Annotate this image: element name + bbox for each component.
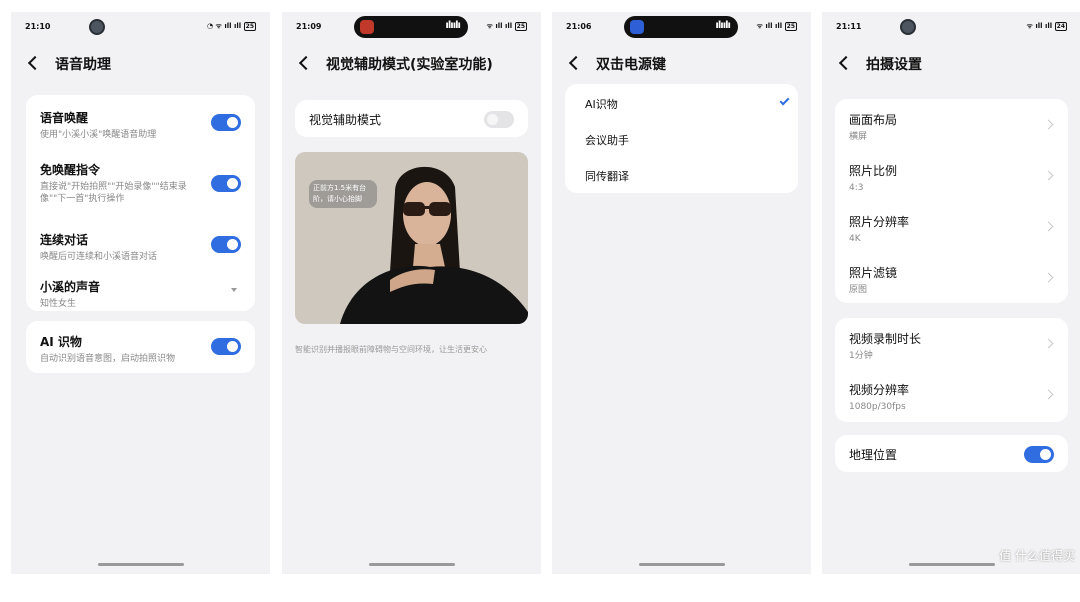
option-simultaneous-translation[interactable]: 同传翻译 <box>585 168 629 184</box>
back-arrow-icon[interactable] <box>566 52 584 74</box>
video-settings-card: 视频录制时长 1分钟 视频分辨率 1080p/30fps <box>835 318 1068 422</box>
setting-row-location[interactable]: 地理位置 <box>849 446 1054 463</box>
home-indicator[interactable] <box>368 563 455 566</box>
option-meeting-assistant[interactable]: 会议助手 <box>585 132 629 148</box>
battery-icon: 25 <box>514 22 527 31</box>
row-title: 视频分辨率 <box>849 383 910 397</box>
page-title: 视觉辅助模式(实验室功能) <box>326 57 493 73</box>
setting-row-layout[interactable]: 画面布局 横屏 <box>849 111 1054 143</box>
location-card: 地理位置 <box>835 435 1068 472</box>
status-time: 21:10 <box>25 22 51 31</box>
row-subtitle: 横屏 <box>849 132 868 142</box>
audio-wave-icon: ılıılı <box>715 20 731 31</box>
app-thumbnail-icon <box>630 20 644 34</box>
phone-screen-visual-assist: 21:09 ılıılı ᯤ ıll ıll 25 视觉辅助模式(实验室功能) … <box>282 12 541 574</box>
ai-recognition-toggle[interactable] <box>211 338 241 355</box>
status-time: 21:06 <box>566 22 592 31</box>
location-toggle[interactable] <box>1024 446 1054 463</box>
setting-row-photo-resolution[interactable]: 照片分辨率 4K <box>849 213 1054 245</box>
phone-screen-double-press-power: 21:06 ılıılı ᯤ ıll ıll 25 双击电源键 AI识物 会议助… <box>552 12 811 574</box>
continuous-dialog-toggle[interactable] <box>211 236 241 253</box>
row-subtitle: 1080p/30fps <box>849 402 906 412</box>
row-subtitle: 1分钟 <box>849 351 873 361</box>
home-indicator[interactable] <box>97 563 184 566</box>
battery-icon: 25 <box>784 22 797 31</box>
page-title: 拍摄设置 <box>866 57 922 73</box>
option-ai-recognition[interactable]: AI识物 <box>585 96 618 112</box>
feature-caption: 智能识别并播报眼前障碍物与空间环境，让生活更安心 <box>295 345 487 354</box>
visual-assist-toggle[interactable] <box>484 111 514 128</box>
row-title: 小溪的声音 <box>40 280 101 294</box>
back-arrow-icon[interactable] <box>836 52 854 74</box>
phone-screen-capture-settings: 21:11 ᯤ ıll ıll 24 拍摄设置 画面布局 横屏 照片比例 4:3… <box>822 12 1080 574</box>
status-icons: ◔ ᯤ ıll ıll 25 <box>206 22 256 31</box>
setting-row-continuous-dialog[interactable]: 连续对话 唤醒后可连续和小溪语音对话 <box>40 231 241 263</box>
status-bar: 21:06 ılıılı ᯤ ıll ıll 25 <box>566 16 797 38</box>
row-title: 照片分辨率 <box>849 215 910 229</box>
visual-assist-card: 视觉辅助模式 <box>295 100 528 137</box>
status-icons: ᯤ ıll ıll 25 <box>756 22 797 31</box>
back-arrow-icon[interactable] <box>296 52 314 74</box>
setting-row-photo-ratio[interactable]: 照片比例 4:3 <box>849 162 1054 194</box>
status-icons: ᯤ ıll ıll 24 <box>1026 22 1067 31</box>
battery-icon: 25 <box>243 22 256 31</box>
home-indicator[interactable] <box>638 563 725 566</box>
status-time: 21:11 <box>836 22 862 31</box>
dynamic-island[interactable]: ılıılı <box>624 16 738 38</box>
row-title: 照片比例 <box>849 164 898 178</box>
obstacle-warning-bubble: 正前方1.5米有台阶，请小心抬脚 <box>309 180 377 208</box>
row-subtitle: 唤醒后可连续和小溪语音对话 <box>40 252 158 262</box>
settings-card: 语音唤醒 使用"小溪小溪"唤醒语音助理 免唤醒指令 直接说"开始拍照""开始录像… <box>26 95 255 311</box>
options-card: AI识物 会议助手 同传翻译 <box>565 84 798 193</box>
setting-row-video-duration[interactable]: 视频录制时长 1分钟 <box>849 330 1054 362</box>
setting-row-ai-recognition[interactable]: AI 识物 自动识别语音意图，启动拍照识物 <box>40 333 241 365</box>
back-arrow-icon[interactable] <box>25 52 43 74</box>
row-title: 照片滤镜 <box>849 266 898 280</box>
setting-row-no-wake-command[interactable]: 免唤醒指令 直接说"开始拍照""开始录像""结束录像""下一首"执行操作 <box>40 161 241 205</box>
row-subtitle: 自动识别语音意图，启动拍照识物 <box>40 354 176 364</box>
phone-screen-voice-assistant: 21:10 ◔ ᯤ ıll ıll 25 语音助理 语音唤醒 使用"小溪小溪"唤… <box>11 12 270 574</box>
header: 视觉辅助模式(实验室功能) <box>296 52 527 74</box>
status-time: 21:09 <box>296 22 322 31</box>
status-bar: 21:09 ılıılı ᯤ ıll ıll 25 <box>296 16 527 38</box>
voice-wake-toggle[interactable] <box>211 114 241 131</box>
site-watermark: 值 什么值得买 <box>999 549 1075 563</box>
setting-row-voice-wake[interactable]: 语音唤醒 使用"小溪小溪"唤醒语音助理 <box>40 109 241 141</box>
header: 语音助理 <box>25 52 256 74</box>
row-subtitle: 使用"小溪小溪"唤醒语音助理 <box>40 130 157 140</box>
dynamic-island[interactable]: ılıılı <box>354 16 468 38</box>
photo-settings-card: 画面布局 横屏 照片比例 4:3 照片分辨率 4K 照片滤镜 原图 <box>835 99 1068 303</box>
row-subtitle: 知性女生 <box>40 299 77 309</box>
setting-row-photo-filter[interactable]: 照片滤镜 原图 <box>849 264 1054 296</box>
row-title: 免唤醒指令 <box>40 163 101 177</box>
header: 拍摄设置 <box>836 52 1067 74</box>
page-title: 语音助理 <box>55 57 111 73</box>
row-title: 视频录制时长 <box>849 332 922 346</box>
woman-with-glasses-illustration <box>340 166 528 324</box>
settings-card-ai: AI 识物 自动识别语音意图，启动拍照识物 <box>26 321 255 373</box>
header: 双击电源键 <box>566 52 797 74</box>
setting-row-voice-select[interactable]: 小溪的声音 知性女生 <box>40 278 241 310</box>
notification-avatar-icon <box>900 19 916 35</box>
no-wake-command-toggle[interactable] <box>211 175 241 192</box>
status-icons: ᯤ ıll ıll 25 <box>486 22 527 31</box>
setting-row-visual-assist[interactable]: 视觉辅助模式 <box>309 111 514 128</box>
row-subtitle: 4:3 <box>849 183 864 193</box>
status-bar: 21:11 ᯤ ıll ıll 24 <box>836 18 1067 36</box>
battery-icon: 24 <box>1054 22 1067 31</box>
row-subtitle: 4K <box>849 234 861 244</box>
row-title: 画面布局 <box>849 113 898 127</box>
page-title: 双击电源键 <box>596 57 666 73</box>
notification-avatar-icon <box>89 19 105 35</box>
row-subtitle: 原图 <box>849 285 868 295</box>
status-bar: 21:10 ◔ ᯤ ıll ıll 25 <box>25 18 256 36</box>
row-subtitle: 直接说"开始拍照""开始录像""结束录像""下一首"执行操作 <box>40 182 187 204</box>
audio-wave-icon: ılıılı <box>445 20 461 31</box>
setting-row-video-resolution[interactable]: 视频分辨率 1080p/30fps <box>849 381 1054 413</box>
promo-image: 正前方1.5米有台阶，请小心抬脚 <box>295 152 528 324</box>
app-thumbnail-icon <box>360 20 374 34</box>
home-indicator[interactable] <box>908 563 995 566</box>
dropdown-caret-icon[interactable] <box>231 288 237 292</box>
